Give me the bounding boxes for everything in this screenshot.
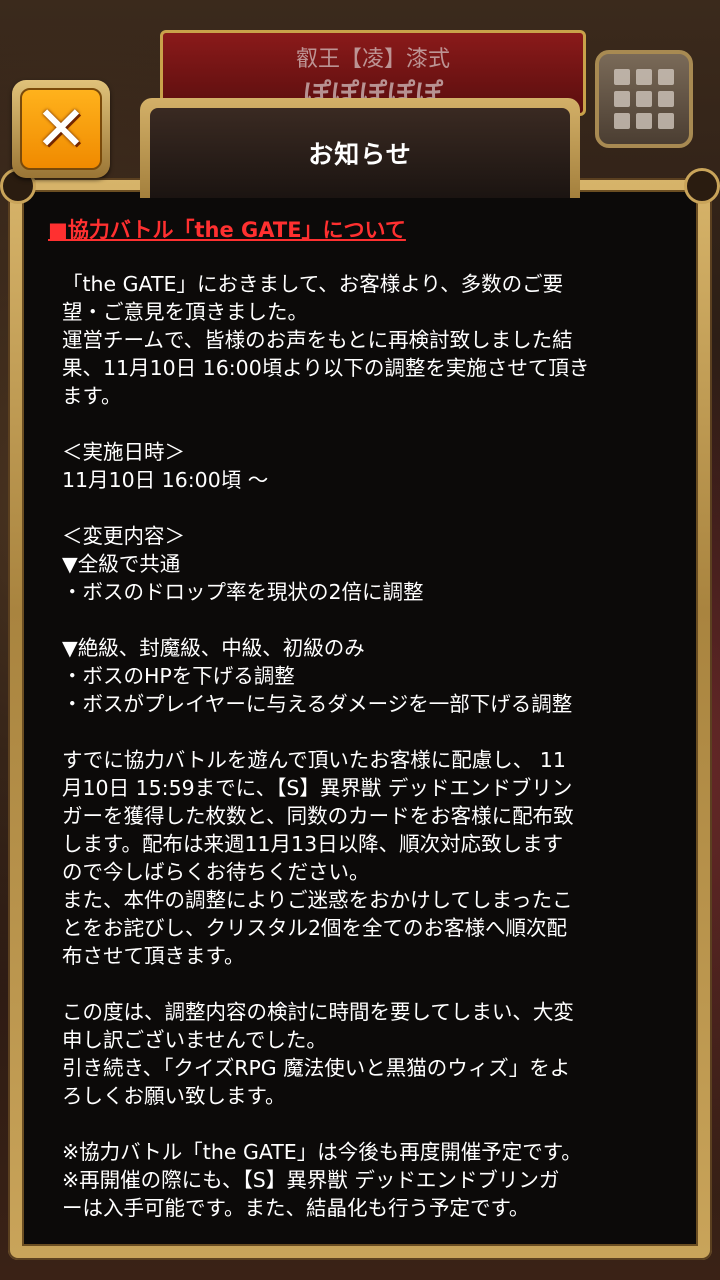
notice-paragraph: 「the GATE」におきまして、お客様より、多数のご要 望・ご意見を頂きました… xyxy=(62,272,590,408)
notice-paragraph-schedule: ＜実施日時＞ 11月10日 16:00頃 〜 xyxy=(62,440,269,492)
corner-ornament-icon xyxy=(684,168,720,204)
notice-paragraph-compensation: すでに協力バトルを遊んで頂いたお客様に配慮し、 11 月10日 15:59までに… xyxy=(62,748,574,968)
notice-content[interactable]: ■協力バトル「the GATE」について 「the GATE」におきまして、お客… xyxy=(48,212,678,1222)
notice-paragraph-changes: ＜変更内容＞ ▼全級で共通 ・ボスのドロップ率を現状の2倍に調整 xyxy=(62,524,424,604)
background-menu-grid-icon xyxy=(595,50,693,148)
notice-paragraph-changes-limited: ▼絶級、封魔級、中級、初級のみ ・ボスのHPを下げる調整 ・ボスがプレイヤーに与… xyxy=(62,636,573,716)
background-banner-line1: 叡王【凌】漆式 xyxy=(295,47,450,72)
dialog-title-tab: お知らせ xyxy=(140,98,580,198)
close-icon: ✕ xyxy=(35,92,87,165)
dialog-title: お知らせ xyxy=(308,140,412,169)
notice-paragraph-apology: この度は、調整内容の検討に時間を要してしまい、大変 申し訳ございませんでした。 … xyxy=(62,1000,574,1108)
close-button[interactable]: ✕ xyxy=(12,80,110,178)
notice-paragraph-notes: ※協力バトル「the GATE」は今後も再度開催予定です。 ※再開催の際にも、【… xyxy=(62,1140,582,1220)
notice-heading-link[interactable]: ■協力バトル「the GATE」について xyxy=(48,212,678,248)
